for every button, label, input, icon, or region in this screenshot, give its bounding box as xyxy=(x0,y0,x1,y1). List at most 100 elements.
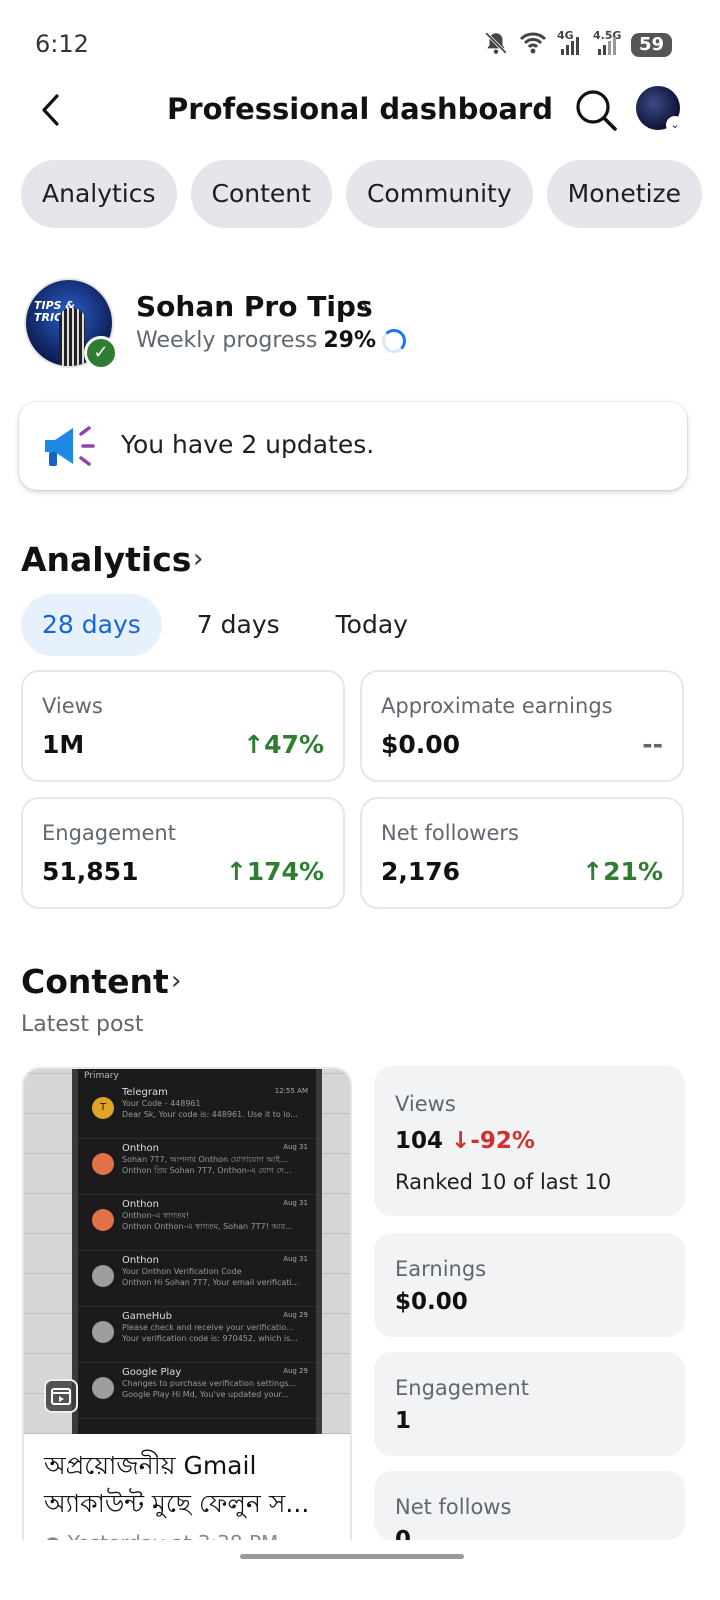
thumbnail-mail-row: Onthon Sohan 7T7, আপনার Onthon যোগাযোগ আই… xyxy=(78,1139,316,1195)
chip-content[interactable]: Content xyxy=(190,160,332,228)
chip-monetize[interactable]: Monetize xyxy=(546,160,703,228)
wifi-icon xyxy=(519,31,547,59)
chip-analytics[interactable]: Analytics xyxy=(21,160,177,228)
mail-avatar xyxy=(92,1209,114,1231)
updates-text: You have 2 updates. xyxy=(121,430,375,459)
arrow-up-icon: ↑ xyxy=(582,857,604,886)
metric-value: 0 xyxy=(395,1527,412,1540)
mail-date: Aug 31 xyxy=(283,1143,308,1151)
status-time: 6:12 xyxy=(35,30,89,58)
metric-label: Net follows xyxy=(395,1495,512,1519)
mail-sender: Google Play xyxy=(122,1367,182,1378)
metric-label: Engagement xyxy=(395,1376,529,1400)
arrow-down-icon: ↓ xyxy=(451,1128,471,1154)
metric-value: 1 xyxy=(395,1408,412,1434)
verified-check-icon: ✓ xyxy=(84,336,118,370)
mail-preview: Your verification code is: 970452, which… xyxy=(122,1334,298,1343)
range-tabs: 28 days 7 days Today xyxy=(21,594,443,656)
search-button[interactable] xyxy=(574,88,618,132)
chip-community[interactable]: Community xyxy=(345,160,533,228)
mail-sender: Onthon xyxy=(122,1255,159,1266)
metric-card-views[interactable]: Views 104 ↓-92% Ranked 10 of last 10 xyxy=(374,1066,685,1216)
mail-date: 12:55 AM xyxy=(274,1087,308,1095)
stat-change-value: 47% xyxy=(264,730,324,759)
mail-avatar: T xyxy=(92,1097,114,1119)
thumbnail-phone-screen: Primary T Telegram Your Code - 448961 Dear … xyxy=(72,1069,322,1434)
account-avatar[interactable]: ⌄ xyxy=(636,86,684,134)
metric-value: $0.00 xyxy=(395,1289,468,1315)
metric-change-value: -92% xyxy=(470,1128,535,1154)
cell-signal-1-icon: 4G xyxy=(557,29,583,57)
stat-change: ↑21% xyxy=(582,857,663,886)
mail-date: Aug 31 xyxy=(283,1255,308,1263)
stat-change-value: 21% xyxy=(603,857,663,886)
status-bar: 6:12 4G 4.5G 59 xyxy=(0,0,720,90)
mail-preview: Onthon Hi Sohan 7T7, Your email verifica… xyxy=(122,1278,300,1287)
mail-subject: Your Code - 448961 xyxy=(122,1099,201,1108)
arrow-up-icon: ↑ xyxy=(243,730,265,759)
mail-subject: Changes to purchase verification setting… xyxy=(122,1379,297,1388)
mail-sender: GameHub xyxy=(122,1311,172,1322)
stat-label: Approximate earnings xyxy=(381,694,613,718)
mail-avatar xyxy=(92,1377,114,1399)
stat-change: ↑47% xyxy=(243,730,324,759)
weekly-progress: Weekly progress 29% xyxy=(136,328,407,353)
stat-label: Net followers xyxy=(381,821,519,845)
dashboard-tabs: Analytics Content Community Monetize xyxy=(21,160,703,228)
megaphone-icon xyxy=(45,426,95,466)
thumbnail-mail-row: T Telegram Your Code - 448961 Dear Sk, Your… xyxy=(78,1083,316,1139)
metric-card-earnings[interactable]: Earnings $0.00 xyxy=(374,1233,685,1337)
stat-label: Views xyxy=(42,694,103,718)
metric-label: Views xyxy=(395,1092,456,1116)
stat-change-value: 174% xyxy=(246,857,324,886)
battery-icon: 59 xyxy=(630,33,672,57)
metric-card-net-follows[interactable]: Net follows 0 xyxy=(374,1471,685,1540)
analytics-heading[interactable]: Analytics xyxy=(21,540,191,579)
latest-post-card[interactable]: Primary T Telegram Your Code - 448961 Dear … xyxy=(22,1067,352,1557)
mail-preview: Onthon প্রিয় Sohan 7T7, Onthon-এ যোগ দে… xyxy=(122,1166,292,1175)
profile-name: Sohan Pro Tips xyxy=(136,290,373,323)
progress-value: 29% xyxy=(323,328,377,353)
stat-value: 2,176 xyxy=(381,857,461,886)
stat-card-net-followers[interactable]: Net followers 2,176 ↑21% xyxy=(360,797,684,909)
mail-preview: Dear Sk, Your code is: 448961. Use it to… xyxy=(122,1110,298,1119)
cell-signal-2-icon: 4.5G xyxy=(593,29,621,57)
profile-summary[interactable]: TIPS & TRICKS ✓ Sohan Pro Tips › Weekly p… xyxy=(24,278,704,370)
mail-date: Aug 31 xyxy=(283,1199,308,1207)
stat-card-views[interactable]: Views 1M ↑47% xyxy=(21,670,345,782)
chevron-right-icon: › xyxy=(360,294,369,319)
latest-post-label: Latest post xyxy=(21,1012,144,1037)
mail-preview: Onthon Onthon-এ স্বাগতম, Sohan 7T7! আর..… xyxy=(122,1222,293,1231)
range-tab-7-days[interactable]: 7 days xyxy=(176,594,301,656)
search-icon xyxy=(576,90,617,131)
thumbnail-tab: Primary xyxy=(84,1071,119,1081)
metric-change: ↓-92% xyxy=(451,1128,535,1154)
mail-sender: Onthon xyxy=(122,1199,159,1210)
metric-label: Earnings xyxy=(395,1257,487,1281)
mail-avatar xyxy=(92,1321,114,1343)
mail-subject: Onthon-এ স্বাগতম! xyxy=(122,1211,190,1220)
mail-sender: Onthon xyxy=(122,1143,159,1154)
analytics-chevron-icon[interactable]: › xyxy=(193,544,203,574)
metric-value-number: 104 xyxy=(395,1128,444,1154)
content-chevron-icon[interactable]: › xyxy=(171,966,181,996)
stat-value: 51,851 xyxy=(42,857,139,886)
range-tab-today[interactable]: Today xyxy=(315,594,429,656)
metric-card-engagement[interactable]: Engagement 1 xyxy=(374,1352,685,1456)
range-tab-28-days[interactable]: 28 days xyxy=(21,594,162,656)
stat-card-earnings[interactable]: Approximate earnings $0.00 -- xyxy=(360,670,684,782)
mail-subject: Your Onthon Verification Code xyxy=(122,1267,242,1276)
home-indicator[interactable] xyxy=(240,1554,464,1559)
content-heading[interactable]: Content xyxy=(21,962,169,1001)
mail-avatar xyxy=(92,1265,114,1287)
updates-card[interactable]: You have 2 updates. xyxy=(19,402,687,490)
profile-picture-person xyxy=(59,308,85,366)
chevron-down-icon: ⌄ xyxy=(666,116,684,134)
stat-card-engagement[interactable]: Engagement 51,851 ↑174% xyxy=(21,797,345,909)
progress-ring-icon xyxy=(382,328,407,353)
mail-preview: Google Play Hi Md, You've updated your..… xyxy=(122,1390,289,1399)
stat-value: $0.00 xyxy=(381,730,461,759)
thumbnail-mail-row: Onthon Your Onthon Verification Code Ontho… xyxy=(78,1251,316,1307)
status-icons: 4G 4.5G 59 xyxy=(483,29,672,60)
thumbnail-mail-row: Onthon Onthon-এ স্বাগতম! Onthon Onthon-এ স… xyxy=(78,1195,316,1251)
